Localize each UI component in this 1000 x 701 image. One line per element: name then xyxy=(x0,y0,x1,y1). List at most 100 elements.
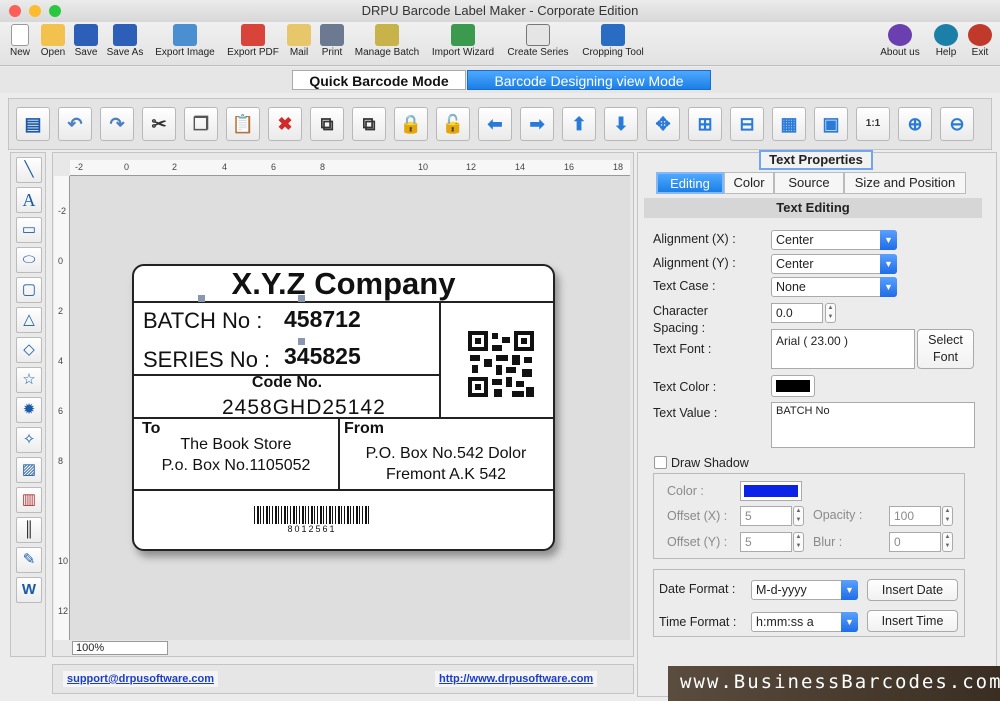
insert-date-button[interactable]: Insert Date xyxy=(867,579,958,601)
quick-barcode-mode-tab[interactable]: Quick Barcode Mode xyxy=(292,70,466,90)
batch-label-text[interactable]: BATCH No : xyxy=(143,308,262,334)
move-up-button[interactable]: ⬆ xyxy=(562,107,596,141)
barcode-number[interactable]: 8012561 xyxy=(254,524,370,534)
blur-stepper[interactable]: ▲ ▼ xyxy=(942,532,953,552)
signature-tool[interactable]: ✎ xyxy=(16,547,42,573)
undo-button[interactable]: ↶ xyxy=(58,107,92,141)
blur-input[interactable]: 0 xyxy=(889,532,941,552)
barcode-designing-mode-tab[interactable]: Barcode Designing view Mode xyxy=(467,70,711,90)
offset-x-stepper[interactable]: ▲ ▼ xyxy=(793,506,804,526)
diamond-tool[interactable]: ◇ xyxy=(16,337,42,363)
batch-value[interactable]: 458712 xyxy=(284,306,361,333)
copy-button[interactable]: ❐ xyxy=(184,107,218,141)
star-tool[interactable]: ☆ xyxy=(16,367,42,393)
unlock-button[interactable]: 🔓 xyxy=(436,107,470,141)
line-tool[interactable]: ╲ xyxy=(16,157,42,183)
center-button[interactable]: ✥ xyxy=(646,107,680,141)
save-button[interactable]: Save xyxy=(71,24,101,58)
linear-barcode[interactable] xyxy=(254,506,370,524)
text-case-select[interactable]: None ▼ xyxy=(771,277,897,297)
cut-button[interactable]: ✂ xyxy=(142,107,176,141)
zoom-window-button[interactable] xyxy=(49,5,61,17)
opacity-stepper[interactable]: ▲ ▼ xyxy=(942,506,953,526)
move-down-button[interactable]: ⬇ xyxy=(604,107,638,141)
send-to-back-button[interactable]: ⧉ xyxy=(352,107,386,141)
text-color-swatch[interactable] xyxy=(771,375,815,397)
tab-size-position[interactable]: Size and Position xyxy=(844,172,966,194)
triangle-tool[interactable]: △ xyxy=(16,307,42,333)
align-vertical-center-button[interactable]: ⊞ xyxy=(688,107,722,141)
opacity-input[interactable]: 100 xyxy=(889,506,941,526)
support-email-link[interactable]: support@drpusoftware.com xyxy=(63,671,219,687)
about-us-button[interactable]: About us xyxy=(875,24,925,58)
ruler-button[interactable]: ▣ xyxy=(814,107,848,141)
select-font-button[interactable]: Select Font xyxy=(917,329,974,369)
code-label-text[interactable]: Code No. xyxy=(134,374,440,392)
close-window-button[interactable] xyxy=(9,5,21,17)
move-right-button[interactable]: ➡ xyxy=(520,107,554,141)
to-address-line1[interactable]: The Book Store xyxy=(134,436,338,454)
insert-time-button[interactable]: Insert Time xyxy=(867,610,958,632)
time-format-select[interactable]: h:mm:ss a ▼ xyxy=(751,612,858,632)
watermark-tool[interactable]: W xyxy=(16,577,42,603)
tab-color[interactable]: Color xyxy=(724,172,774,194)
cropping-tool-button[interactable]: Cropping Tool xyxy=(577,24,649,58)
mail-button[interactable]: Mail xyxy=(286,24,312,58)
four-point-star-tool[interactable]: ✧ xyxy=(16,427,42,453)
tab-source[interactable]: Source xyxy=(774,172,844,194)
offset-x-input[interactable]: 5 xyxy=(740,506,792,526)
print-button[interactable]: Print xyxy=(317,24,347,58)
zoom-out-button[interactable]: ⊖ xyxy=(940,107,974,141)
series-value[interactable]: 345825 xyxy=(284,343,361,370)
qr-code[interactable] xyxy=(468,331,534,397)
from-label[interactable]: From xyxy=(344,420,384,438)
import-wizard-button[interactable]: Import Wizard xyxy=(427,24,499,58)
export-image-button[interactable]: Export Image xyxy=(151,24,219,58)
char-spacing-stepper[interactable]: ▲ ▼ xyxy=(825,303,836,323)
text-tool[interactable]: A xyxy=(16,187,42,213)
lock-button[interactable]: 🔒 xyxy=(394,107,428,141)
delete-button[interactable]: ✖ xyxy=(268,107,302,141)
exit-button[interactable]: Exit xyxy=(965,24,995,58)
series-label-text[interactable]: SERIES No : xyxy=(143,347,270,373)
edit-properties-button[interactable]: ▤ xyxy=(16,107,50,141)
barcode-label[interactable]: X.Y.Z Company BATCH No : 458712 SERIES N… xyxy=(132,264,555,551)
text-value-textarea[interactable]: BATCH No xyxy=(771,402,975,448)
barcode-tool[interactable]: ║ xyxy=(16,517,42,543)
redo-button[interactable]: ↷ xyxy=(100,107,134,141)
actual-size-button[interactable]: 1:1 xyxy=(856,107,890,141)
create-series-button[interactable]: Create Series xyxy=(504,24,572,58)
draw-shadow-checkbox[interactable] xyxy=(654,456,667,469)
date-format-select[interactable]: M-d-yyyy ▼ xyxy=(751,580,858,600)
selection-handle[interactable] xyxy=(298,338,305,345)
to-address-line2[interactable]: P.o. Box No.1105052 xyxy=(134,457,338,475)
char-spacing-input[interactable]: 0.0 xyxy=(771,303,823,323)
selection-handle[interactable] xyxy=(198,295,205,302)
move-left-button[interactable]: ⬅ xyxy=(478,107,512,141)
help-button[interactable]: Help xyxy=(931,24,961,58)
offset-y-stepper[interactable]: ▲ ▼ xyxy=(793,532,804,552)
save-as-button[interactable]: Save As xyxy=(104,24,146,58)
open-button[interactable]: Open xyxy=(37,24,69,58)
bring-to-front-button[interactable]: ⧉ xyxy=(310,107,344,141)
from-address-line2[interactable]: Fremont A.K 542 xyxy=(339,466,553,484)
export-pdf-button[interactable]: Export PDF xyxy=(223,24,283,58)
rectangle-tool[interactable]: ▭ xyxy=(16,217,42,243)
offset-y-input[interactable]: 5 xyxy=(740,532,792,552)
company-name[interactable]: X.Y.Z Company xyxy=(134,266,553,302)
new-button[interactable]: New xyxy=(4,24,36,58)
website-link[interactable]: http://www.drpusoftware.com xyxy=(435,671,598,687)
image-library-tool[interactable]: ▥ xyxy=(16,487,42,513)
zoom-level-field[interactable]: 100% xyxy=(72,641,168,655)
selection-handle[interactable] xyxy=(298,295,305,302)
manage-batch-button[interactable]: Manage Batch xyxy=(350,24,424,58)
alignment-y-select[interactable]: Center ▼ xyxy=(771,254,897,274)
code-value[interactable]: 2458GHD25142 xyxy=(222,396,386,420)
align-horizontal-center-button[interactable]: ⊟ xyxy=(730,107,764,141)
zoom-in-button[interactable]: ⊕ xyxy=(898,107,932,141)
from-address-line1[interactable]: P.O. Box No.542 Dolor xyxy=(339,445,553,463)
picture-tool[interactable]: ▨ xyxy=(16,457,42,483)
tab-editing[interactable]: Editing xyxy=(656,172,724,194)
paste-button[interactable]: 📋 xyxy=(226,107,260,141)
minimize-window-button[interactable] xyxy=(29,5,41,17)
